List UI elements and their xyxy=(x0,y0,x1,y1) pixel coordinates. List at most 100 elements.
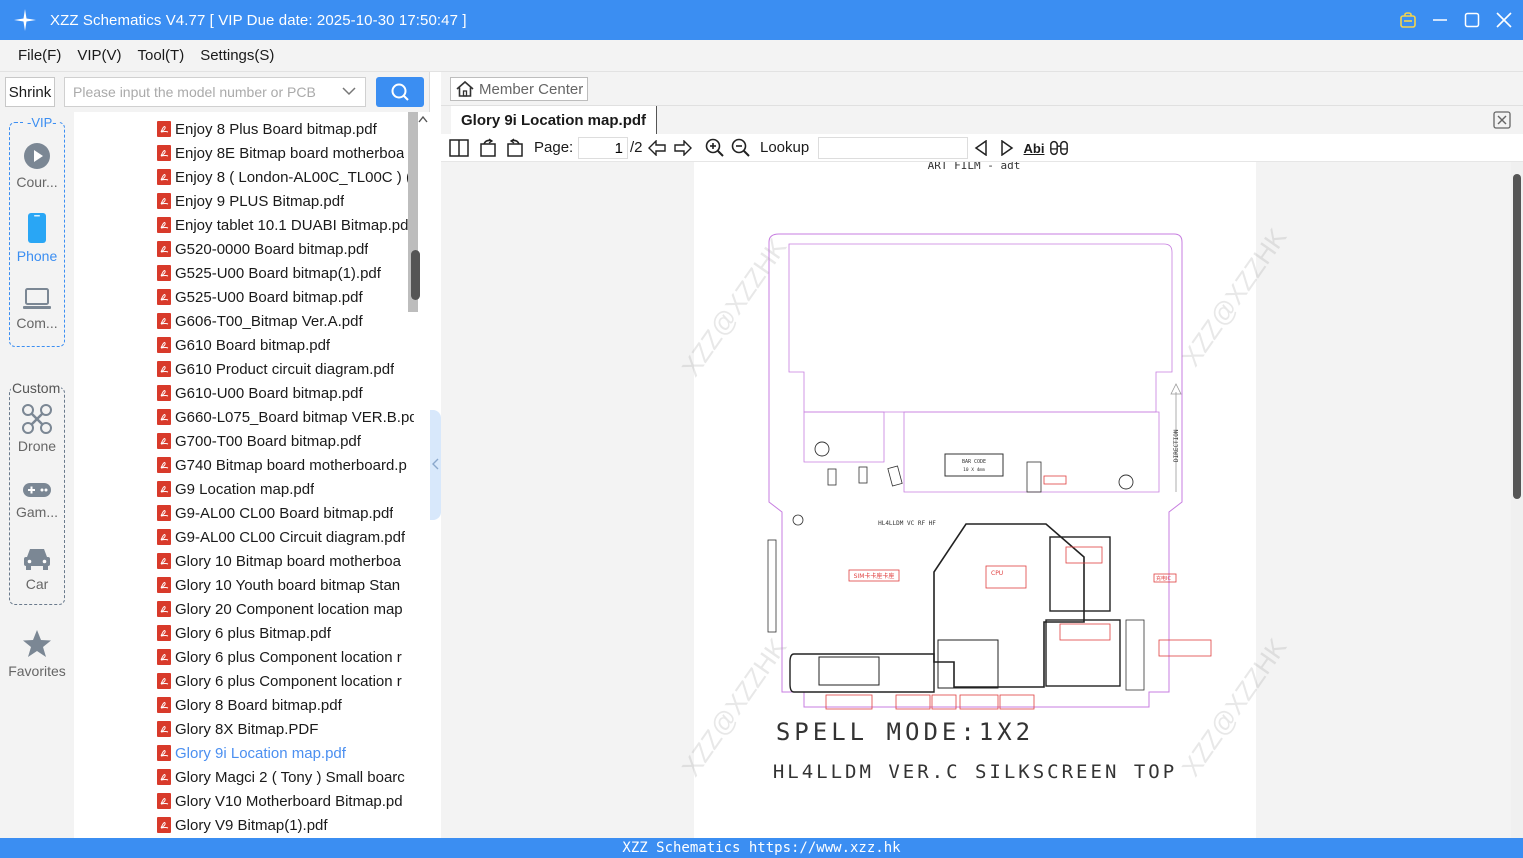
custom-group-label: Custom xyxy=(11,380,62,396)
file-name: Glory V9 Bitmap(1).pdf xyxy=(175,816,328,834)
zoom-in-icon[interactable] xyxy=(705,138,725,158)
maximize-icon[interactable] xyxy=(1463,11,1481,29)
document-canvas[interactable]: ART FILM - adt DIRECTION BAR CODE 10 X 4… xyxy=(441,162,1523,838)
close-tab-icon[interactable] xyxy=(1493,111,1511,129)
minimize-icon[interactable] xyxy=(1431,11,1449,29)
menu-vip[interactable]: VIP(V) xyxy=(69,47,129,64)
document-scrollbar[interactable] xyxy=(1513,174,1521,499)
file-list-item[interactable]: Enjoy 8E Bitmap board motherboa xyxy=(74,141,414,165)
panel-collapse-handle[interactable] xyxy=(430,410,441,520)
tab-title: Glory 9i Location map.pdf xyxy=(461,111,647,129)
pdf-file-icon xyxy=(157,625,171,641)
file-list-item[interactable]: G606-T00_Bitmap Ver.A.pdf xyxy=(74,309,414,333)
category-car[interactable]: Car xyxy=(0,546,74,592)
tab-document[interactable]: Glory 9i Location map.pdf xyxy=(451,106,658,134)
pdf-file-icon xyxy=(157,505,171,521)
file-list-item[interactable]: Glory V9 Bitmap(1).pdf xyxy=(74,813,414,837)
prev-page-icon[interactable] xyxy=(647,138,667,158)
file-list-item[interactable]: G610-U00 Board bitmap.pdf xyxy=(74,381,414,405)
file-list-item[interactable]: Enjoy 9 PLUS Bitmap.pdf xyxy=(74,189,414,213)
file-list-item[interactable]: G525-U00 Board bitmap(1).pdf xyxy=(74,261,414,285)
chevron-left-icon xyxy=(432,458,439,470)
member-center-label: Member Center xyxy=(479,80,584,98)
file-list-item[interactable]: G525-U00 Board bitmap.pdf xyxy=(74,285,414,309)
pdf-file-icon xyxy=(157,193,171,209)
direction-label: DIRECTION xyxy=(1173,429,1180,462)
pdf-file-icon xyxy=(157,313,171,329)
file-list-item[interactable]: Glory V10 Motherboard Bitmap.pd xyxy=(74,789,414,813)
file-name: G610 Board bitmap.pdf xyxy=(175,336,331,354)
file-list-item[interactable]: Glory 10 Bitmap board motherboa xyxy=(74,549,414,573)
category-label: Favorites xyxy=(8,663,66,679)
file-list-item[interactable]: Enjoy tablet 10.1 DUABI Bitmap.pd xyxy=(74,213,414,237)
vip-bag-icon[interactable] xyxy=(1399,11,1417,29)
find-next-icon[interactable] xyxy=(997,138,1017,158)
category-courses[interactable]: Cour... xyxy=(0,142,74,190)
member-center-button[interactable]: Member Center xyxy=(450,77,588,101)
file-list-item[interactable]: Enjoy 8 Plus Board bitmap.pdf xyxy=(74,117,414,141)
file-list-item[interactable]: Glory 6 plus Component location r xyxy=(74,669,414,693)
file-name: G525-U00 Board bitmap.pdf xyxy=(175,288,363,306)
car-icon xyxy=(24,549,50,570)
category-phone[interactable]: Phone xyxy=(0,212,74,264)
page-number-input[interactable] xyxy=(578,137,628,159)
search-input[interactable] xyxy=(64,77,366,107)
shrink-button[interactable]: Shrink xyxy=(5,77,55,107)
file-list-item[interactable]: Glory Magci 2 ( Tony ) Small boarc xyxy=(74,765,414,789)
category-favorites[interactable]: Favorites xyxy=(0,629,74,679)
pdf-file-icon xyxy=(157,241,171,257)
file-list-item[interactable]: Enjoy 8 ( London-AL00C_TL00C ) ( xyxy=(74,165,414,189)
file-list-item[interactable]: Glory 9i Location map.pdf xyxy=(74,741,414,765)
category-computer[interactable]: Com... xyxy=(0,287,74,331)
sidebar-toggle-icon[interactable] xyxy=(449,138,469,158)
pdf-toolbar: Page: /2 Lookup Abi xyxy=(441,134,1523,162)
category-label: Cour... xyxy=(16,174,58,190)
abi-label: Abi xyxy=(1023,140,1045,156)
file-name: G525-U00 Board bitmap(1).pdf xyxy=(175,264,381,282)
binoculars-icon[interactable] xyxy=(1049,138,1069,158)
rotate-right-icon[interactable] xyxy=(505,138,525,158)
menu-tool[interactable]: Tool(T) xyxy=(130,47,193,64)
search-button[interactable] xyxy=(376,77,424,107)
file-list-item[interactable]: G520-0000 Board bitmap.pdf xyxy=(74,237,414,261)
file-list-item[interactable]: Glory 10 Youth board bitmap Stan xyxy=(74,573,414,597)
pdf-file-icon xyxy=(157,145,171,161)
next-page-icon[interactable] xyxy=(673,138,693,158)
file-list-item[interactable]: Glory 6 plus Component location r xyxy=(74,645,414,669)
find-prev-icon[interactable] xyxy=(971,138,991,158)
file-list-item[interactable]: G9 Location map.pdf xyxy=(74,477,414,501)
file-list-item[interactable]: G660-L075_Board bitmap VER.B.pd xyxy=(74,405,414,429)
file-list-item[interactable]: G700-T00 Board bitmap.pdf xyxy=(74,429,414,453)
file-list-item[interactable]: G9-AL00 CL00 Circuit diagram.pdf xyxy=(74,525,414,549)
pdf-page: ART FILM - adt DIRECTION BAR CODE 10 X 4… xyxy=(676,162,1292,838)
file-list-item[interactable]: Glory 6 plus Bitmap.pdf xyxy=(74,621,414,645)
file-list-item[interactable]: G9-AL00 CL00 Board bitmap.pdf xyxy=(74,501,414,525)
chevron-down-icon[interactable] xyxy=(342,86,356,96)
category-game[interactable]: Gam... xyxy=(0,480,74,520)
lookup-input[interactable] xyxy=(818,137,968,159)
file-list-item[interactable]: G610 Product circuit diagram.pdf xyxy=(74,357,414,381)
file-name: Glory 9i Location map.pdf xyxy=(175,744,346,762)
pdf-file-icon xyxy=(157,361,171,377)
scroll-up-icon[interactable] xyxy=(418,115,428,123)
file-name: G660-L075_Board bitmap VER.B.pd xyxy=(175,408,414,426)
match-case-icon[interactable]: Abi xyxy=(1023,138,1045,158)
close-icon[interactable] xyxy=(1495,11,1513,29)
file-list-item[interactable]: Glory 8 Board bitmap.pdf xyxy=(74,693,414,717)
file-list-item[interactable]: G740 Bitmap board motherboard.p xyxy=(74,453,414,477)
category-drone[interactable]: Drone xyxy=(0,404,74,454)
file-list-item[interactable]: Glory 20 Component location map xyxy=(74,597,414,621)
file-list-item[interactable]: G610 Board bitmap.pdf xyxy=(74,333,414,357)
zoom-out-icon[interactable] xyxy=(731,138,751,158)
vip-group-label: -VIP- xyxy=(25,115,59,130)
rotate-left-icon[interactable] xyxy=(478,138,498,158)
file-name: Enjoy 9 PLUS Bitmap.pdf xyxy=(175,192,345,210)
menu-file[interactable]: File(F) xyxy=(10,47,69,64)
bar-code-label: BAR CODE xyxy=(962,459,986,465)
file-list-scrollbar[interactable] xyxy=(411,250,420,300)
gamepad-icon xyxy=(23,483,51,497)
menu-settings[interactable]: Settings(S) xyxy=(192,47,282,64)
file-list-item[interactable]: Glory 8X Bitmap.PDF xyxy=(74,717,414,741)
pdf-file-icon xyxy=(157,409,171,425)
file-name: Glory 20 Component location map xyxy=(175,600,403,618)
